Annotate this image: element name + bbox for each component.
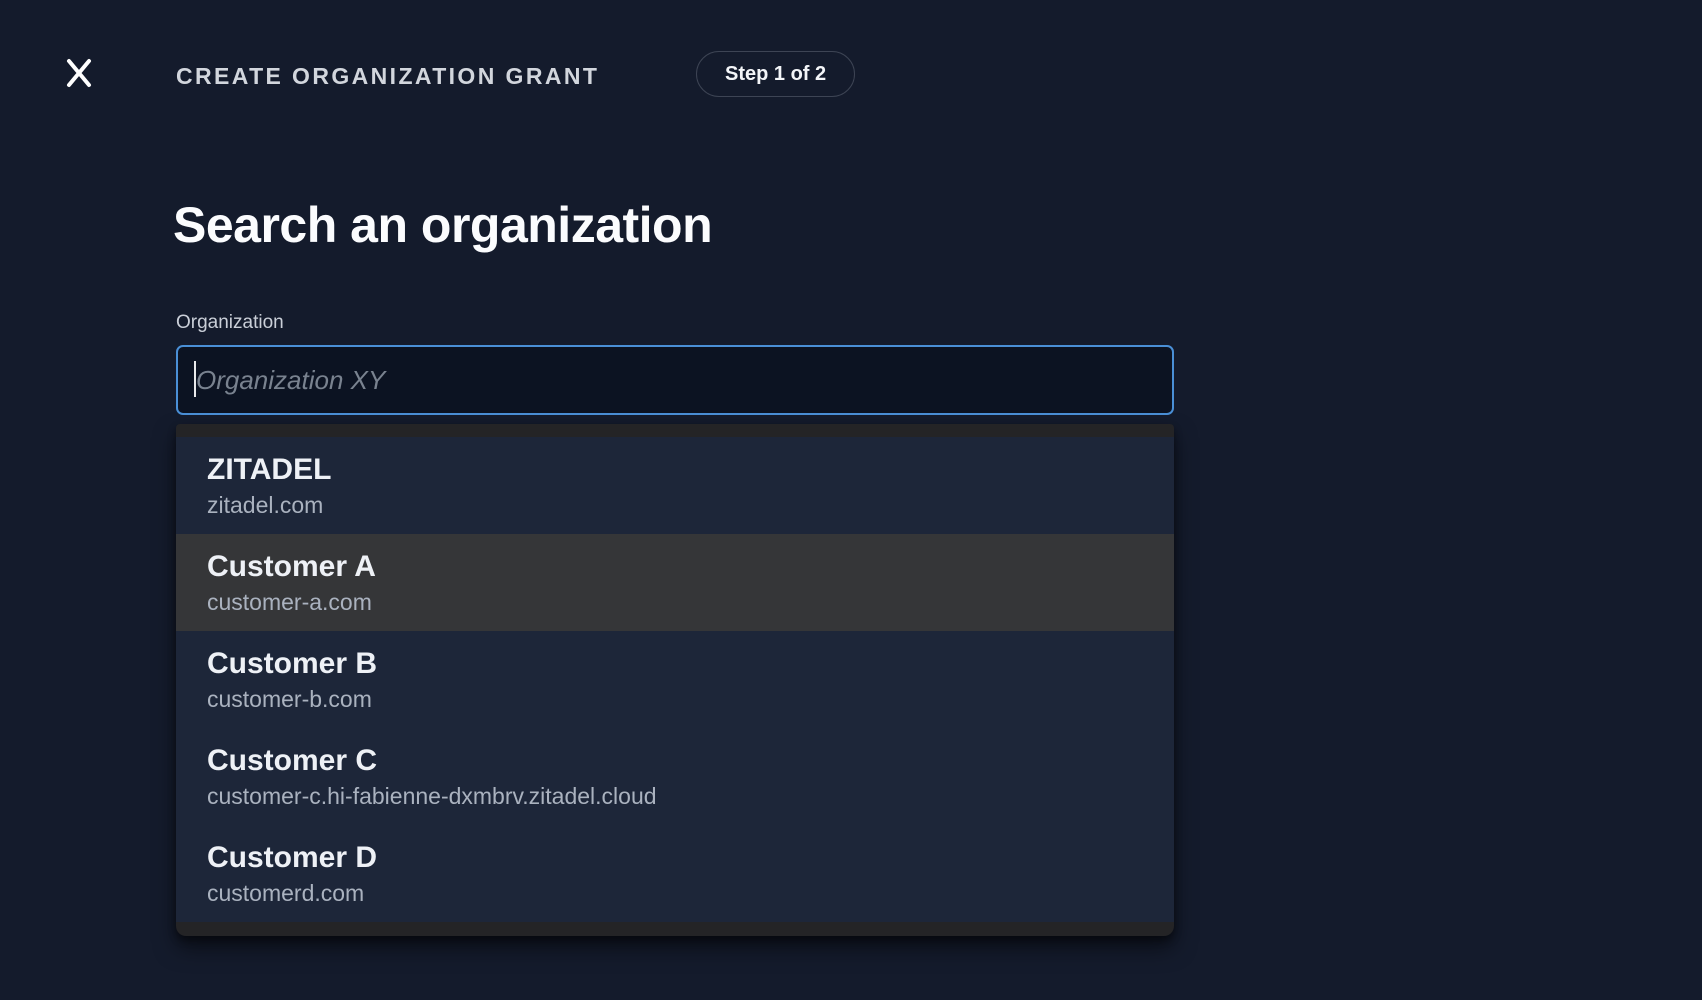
close-icon: [63, 57, 95, 89]
organization-option-domain: zitadel.com: [207, 490, 1150, 521]
organization-field-label: Organization: [176, 312, 284, 334]
organization-option-name: Customer A: [207, 547, 1150, 587]
organization-option-name: Customer D: [207, 838, 1150, 878]
organization-search-input[interactable]: [176, 345, 1174, 415]
organization-option-name: ZITADEL: [207, 450, 1150, 490]
organization-option[interactable]: ZITADEL zitadel.com: [176, 437, 1174, 534]
organization-option[interactable]: Customer D customerd.com: [176, 825, 1174, 922]
organization-option-domain: customerd.com: [207, 878, 1150, 909]
organization-autocomplete-panel: ZITADEL zitadel.com Customer A customer-…: [176, 424, 1174, 936]
organization-option-name: Customer C: [207, 741, 1150, 781]
close-button[interactable]: [58, 52, 100, 94]
organization-option-domain: customer-a.com: [207, 587, 1150, 618]
organization-option-domain: customer-c.hi-fabienne-dxmbrv.zitadel.cl…: [207, 781, 1150, 812]
organization-option[interactable]: Customer A customer-a.com: [176, 534, 1174, 631]
step-badge: Step 1 of 2: [696, 51, 855, 97]
text-cursor: [194, 361, 196, 397]
dialog-title: CREATE ORGANIZATION GRANT: [176, 63, 599, 90]
organization-option[interactable]: Customer B customer-b.com: [176, 631, 1174, 728]
organization-option-name: Customer B: [207, 644, 1150, 684]
organization-option[interactable]: Customer C customer-c.hi-fabienne-dxmbrv…: [176, 728, 1174, 825]
page-heading: Search an organization: [173, 196, 712, 254]
organization-option-domain: customer-b.com: [207, 684, 1150, 715]
